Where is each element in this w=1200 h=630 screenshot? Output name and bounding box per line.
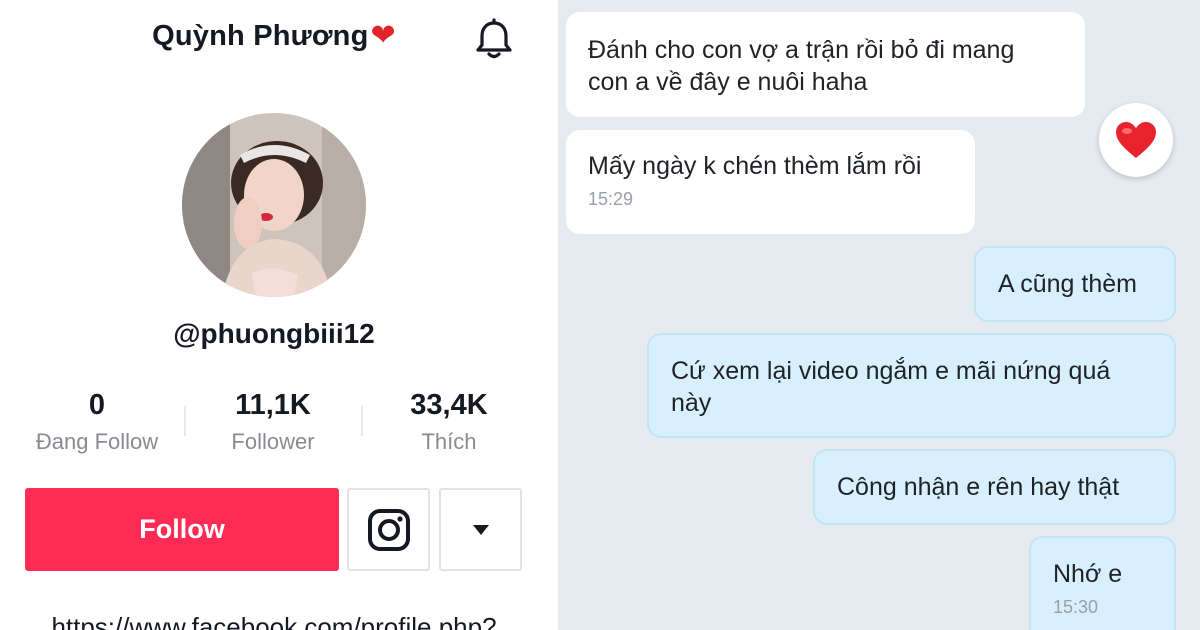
chat-message-outgoing[interactable]: Nhớ e 15:30 xyxy=(1029,536,1176,630)
message-line: Công nhận e rên hay thật xyxy=(837,473,1120,501)
profile-display-name: Quỳnh Phương❤ xyxy=(0,18,548,53)
chat-message-incoming[interactable]: Đánh cho con vợ a trận rồi bỏ đi mang co… xyxy=(566,12,1085,117)
bio-link[interactable]: https://www.facebook.com/profile.php? xyxy=(0,612,548,630)
avatar[interactable] xyxy=(182,113,366,297)
dropdown-caret-icon xyxy=(472,524,489,535)
stat-following-label: Đang Follow xyxy=(35,429,159,454)
chat-message-outgoing[interactable]: Công nhận e rên hay thật xyxy=(813,449,1176,525)
message-time: 15:30 xyxy=(1053,597,1099,617)
heart-emoji-icon: ❤ xyxy=(370,19,396,52)
bell-icon[interactable] xyxy=(474,18,514,60)
message-line: Đánh cho con vợ a trận rồi bỏ đi mang xyxy=(588,36,1015,64)
panel-divider xyxy=(548,0,558,630)
stat-following[interactable]: 0 Đang Follow xyxy=(12,387,182,459)
stat-followers-value: 11,1K xyxy=(235,389,311,421)
instagram-button[interactable] xyxy=(347,488,430,571)
stat-likes-value: 33,4K xyxy=(410,389,488,421)
stat-divider xyxy=(184,406,186,436)
stat-likes[interactable]: 33,4K Thích xyxy=(364,387,534,459)
stat-likes-label: Thích xyxy=(421,429,477,454)
follow-button[interactable]: Follow xyxy=(25,488,339,571)
chat-panel: Đánh cho con vợ a trận rồi bỏ đi mang co… xyxy=(558,0,1200,630)
message-time: 15:29 xyxy=(588,189,634,209)
chat-message-incoming[interactable]: Mấy ngày k chén thèm lắm rồi 15:29 xyxy=(566,130,975,234)
instagram-icon xyxy=(367,508,410,551)
heart-reaction-icon[interactable] xyxy=(1099,103,1173,177)
message-line: này xyxy=(671,389,712,417)
stat-divider xyxy=(361,406,363,436)
chat-message-outgoing[interactable]: A cũng thèm xyxy=(974,246,1176,322)
message-line: con a về đây e nuôi haha xyxy=(588,68,868,96)
profile-panel: Quỳnh Phương❤ @phuongbiii12 0 Đang Follo… xyxy=(0,0,548,630)
chat-message-outgoing[interactable]: Cứ xem lại video ngắm e mãi nứng quá này xyxy=(647,333,1176,438)
stat-followers[interactable]: 11,1K Follower xyxy=(188,387,358,459)
message-line: Mấy ngày k chén thèm lắm rồi xyxy=(588,152,922,180)
message-line: Cứ xem lại video ngắm e mãi nứng quá xyxy=(671,357,1111,385)
stat-followers-label: Follower xyxy=(231,429,315,454)
message-line: A cũng thèm xyxy=(998,270,1137,298)
message-line: Nhớ e xyxy=(1053,560,1123,588)
display-name-text: Quỳnh Phương xyxy=(152,20,369,52)
stat-following-value: 0 xyxy=(88,389,106,421)
profile-handle: @phuongbiii12 xyxy=(173,318,375,349)
more-options-button[interactable] xyxy=(439,488,522,571)
